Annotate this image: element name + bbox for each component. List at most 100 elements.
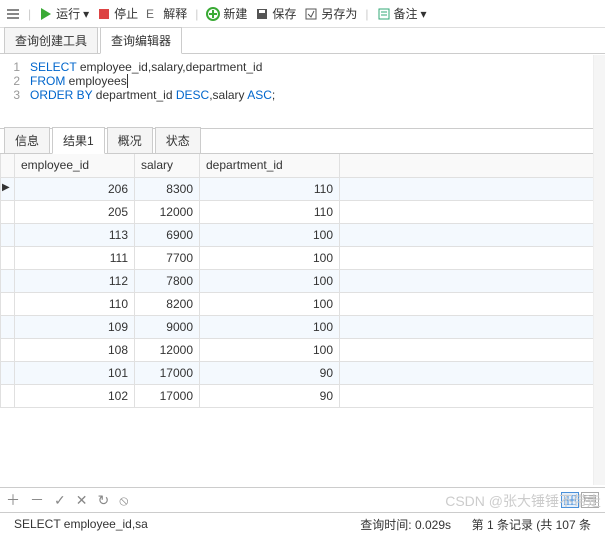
column-header-blank — [340, 154, 605, 177]
cell-blank — [340, 246, 605, 269]
cell[interactable]: 90 — [200, 361, 340, 384]
editor-line: 3 ORDER BY department_id DESC,salary ASC… — [0, 88, 605, 102]
saveas-label: 另存为 — [321, 5, 357, 22]
table-row[interactable]: 1117700100 — [1, 246, 605, 269]
vertical-scrollbar[interactable] — [593, 55, 605, 485]
run-button[interactable]: 运行 ▾ — [39, 5, 89, 22]
save-label: 保存 — [272, 5, 296, 22]
separator: | — [195, 7, 198, 21]
cell[interactable]: 100 — [200, 292, 340, 315]
add-row-button[interactable]: ＋ — [6, 490, 20, 510]
table-row[interactable]: 2068300110 — [1, 177, 605, 200]
column-header[interactable]: department_id — [200, 154, 340, 177]
cell[interactable]: 110 — [200, 177, 340, 200]
svg-text:E: E — [146, 7, 154, 21]
cell[interactable]: 205 — [15, 200, 135, 223]
tab-status[interactable]: 状态 — [155, 127, 201, 153]
view-toggle — [561, 492, 599, 508]
editor-line: 2 FROM employees — [0, 74, 605, 88]
cancel-button[interactable]: ✕ — [76, 492, 88, 509]
tab-query-editor[interactable]: 查询编辑器 — [100, 27, 182, 54]
cell[interactable]: 9000 — [135, 315, 200, 338]
status-bar: SELECT employee_id,sa 查询时间: 0.029s 第 1 条… — [0, 513, 605, 535]
menu-icon[interactable] — [6, 7, 20, 21]
cell[interactable]: 100 — [200, 315, 340, 338]
cell[interactable]: 90 — [200, 384, 340, 407]
line-number: 1 — [0, 60, 30, 74]
save-button[interactable]: 保存 — [255, 5, 296, 22]
new-button[interactable]: 新建 — [206, 5, 247, 22]
tab-query-builder[interactable]: 查询创建工具 — [4, 27, 98, 53]
cell[interactable]: 206 — [15, 177, 135, 200]
result-grid[interactable]: employee_id salary department_id 2068300… — [0, 154, 605, 408]
row-selector[interactable] — [1, 246, 15, 269]
cell[interactable]: 8300 — [135, 177, 200, 200]
stop-button[interactable]: 停止 — [97, 5, 138, 22]
row-selector[interactable] — [1, 338, 15, 361]
cell[interactable]: 109 — [15, 315, 135, 338]
tab-result1[interactable]: 结果1 — [52, 127, 105, 154]
row-selector[interactable] — [1, 361, 15, 384]
cell[interactable]: 12000 — [135, 200, 200, 223]
stop-button-footer[interactable]: ⦸ — [119, 492, 128, 509]
row-selector[interactable] — [1, 200, 15, 223]
saveas-button[interactable]: 另存为 — [304, 5, 357, 22]
run-label: 运行 — [56, 5, 80, 22]
cell[interactable]: 8200 — [135, 292, 200, 315]
refresh-button[interactable]: ↻ — [97, 492, 109, 509]
cell[interactable]: 108 — [15, 338, 135, 361]
cell[interactable]: 110 — [15, 292, 135, 315]
table-row[interactable]: 1021700090 — [1, 384, 605, 407]
form-view-button[interactable] — [581, 492, 599, 508]
explain-button[interactable]: E 解释 — [146, 5, 187, 22]
cell[interactable]: 6900 — [135, 223, 200, 246]
cell[interactable]: 110 — [200, 200, 340, 223]
line-number: 2 — [0, 74, 30, 88]
cell[interactable]: 17000 — [135, 361, 200, 384]
column-header[interactable]: salary — [135, 154, 200, 177]
table-row[interactable]: 1108200100 — [1, 292, 605, 315]
cell[interactable]: 12000 — [135, 338, 200, 361]
table-row[interactable]: 10812000100 — [1, 338, 605, 361]
cell[interactable]: 113 — [15, 223, 135, 246]
cell[interactable]: 101 — [15, 361, 135, 384]
editor-line: 1 SELECT employee_id,salary,department_i… — [0, 60, 605, 74]
delete-row-button[interactable]: － — [30, 490, 44, 510]
explain-label: 解释 — [163, 5, 187, 22]
table-row[interactable]: 1011700090 — [1, 361, 605, 384]
sql-editor[interactable]: 1 SELECT employee_id,salary,department_i… — [0, 54, 605, 108]
cell-blank — [340, 223, 605, 246]
commit-button[interactable]: ✓ — [54, 492, 66, 509]
result-tabs: 信息 结果1 概况 状态 — [0, 128, 605, 154]
row-selector[interactable] — [1, 315, 15, 338]
row-selector[interactable] — [1, 223, 15, 246]
cell-blank — [340, 292, 605, 315]
table-row[interactable]: 1136900100 — [1, 223, 605, 246]
cell-blank — [340, 338, 605, 361]
table-row[interactable]: 1099000100 — [1, 315, 605, 338]
stop-label: 停止 — [114, 5, 138, 22]
cell[interactable]: 102 — [15, 384, 135, 407]
row-selector[interactable] — [1, 269, 15, 292]
tab-profile[interactable]: 概况 — [107, 127, 153, 153]
cell[interactable]: 100 — [200, 338, 340, 361]
result-grid-wrap: ▶ employee_id salary department_id 20683… — [0, 154, 605, 408]
tab-info[interactable]: 信息 — [4, 127, 50, 153]
cell[interactable]: 111 — [15, 246, 135, 269]
cell[interactable]: 7700 — [135, 246, 200, 269]
row-selector[interactable] — [1, 292, 15, 315]
cell[interactable]: 17000 — [135, 384, 200, 407]
table-row[interactable]: 20512000110 — [1, 200, 605, 223]
main-toolbar: | 运行 ▾ 停止 E解释 | 新建 保存 另存为 | 备注 ▾ — [0, 0, 605, 28]
grid-view-button[interactable] — [561, 492, 579, 508]
cell[interactable]: 100 — [200, 223, 340, 246]
notes-button[interactable]: 备注 ▾ — [377, 5, 427, 22]
cell[interactable]: 100 — [200, 269, 340, 292]
row-selector[interactable] — [1, 384, 15, 407]
editor-tabs: 查询创建工具 查询编辑器 — [0, 28, 605, 54]
table-row[interactable]: 1127800100 — [1, 269, 605, 292]
cell[interactable]: 7800 — [135, 269, 200, 292]
column-header[interactable]: employee_id — [15, 154, 135, 177]
cell[interactable]: 112 — [15, 269, 135, 292]
cell[interactable]: 100 — [200, 246, 340, 269]
